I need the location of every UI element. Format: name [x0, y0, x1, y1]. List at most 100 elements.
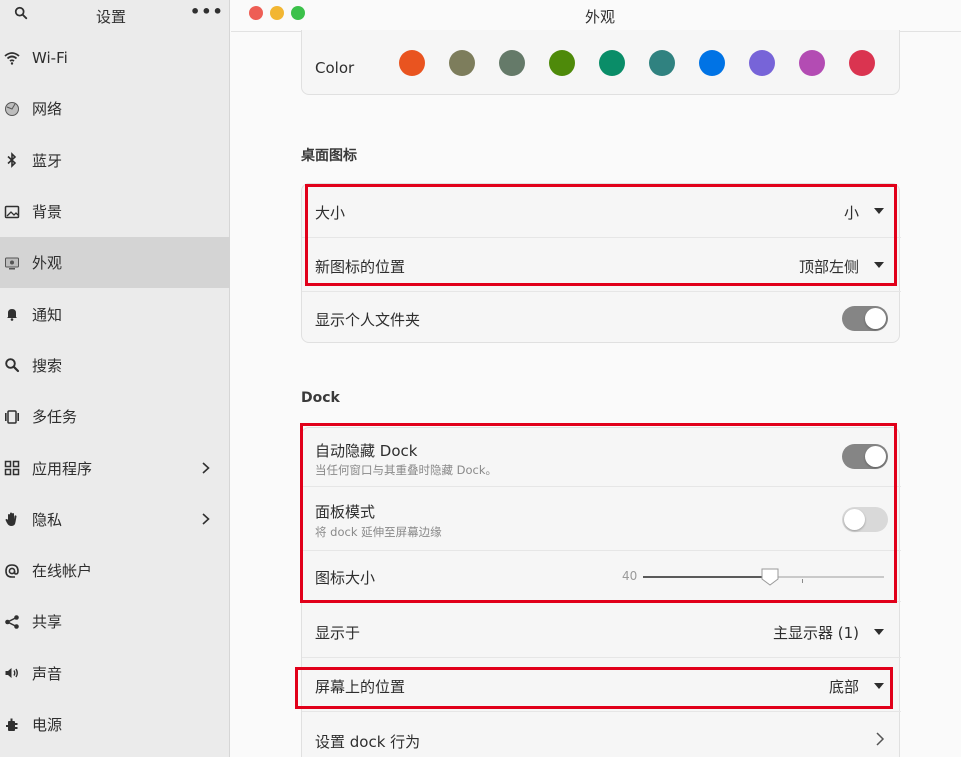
dock-behavior-label: 设置 dock 行为 [315, 733, 421, 751]
apps-grid-icon [4, 460, 20, 476]
maximize-window-button[interactable] [291, 6, 305, 20]
sidebar-item-label: 外观 [32, 254, 63, 273]
title-bar: 外观 [231, 0, 961, 32]
sidebar-item[interactable]: 背景 [0, 186, 230, 237]
sidebar-item[interactable]: 多任务 [0, 391, 230, 442]
new-icon-position-row[interactable]: 新图标的位置 顶部左侧 [302, 238, 901, 291]
sidebar-item-label: 蓝牙 [32, 151, 63, 170]
sidebar-item-label: 多任务 [32, 408, 78, 427]
color-swatch[interactable] [599, 50, 625, 76]
dock-card: 自动隐藏 Dock 当任何窗口与其重叠时隐藏 Dock。 面板模式 将 dock… [301, 427, 901, 757]
bluetooth-icon [4, 152, 20, 169]
wifi-icon [4, 50, 20, 66]
sidebar-item-label: Wi-Fi [32, 48, 68, 67]
network-icon [4, 101, 20, 117]
color-swatch[interactable] [549, 50, 575, 76]
sidebar-item[interactable]: 通知 [0, 288, 230, 339]
show-home-label: 显示个人文件夹 [315, 311, 421, 329]
desktop-icons-card: 大小 小 新图标的位置 顶部左侧 显示个人文件夹 [301, 183, 901, 343]
hand-icon [4, 511, 20, 527]
color-label: Color [315, 59, 355, 77]
search-icon[interactable] [14, 6, 28, 20]
new-icon-position-label: 新图标的位置 [315, 258, 406, 276]
sidebar-item[interactable]: 网络 [0, 83, 230, 134]
show-home-toggle[interactable] [842, 306, 888, 331]
icon-size-row[interactable]: 大小 小 [302, 184, 901, 237]
panel-mode-toggle[interactable] [842, 507, 888, 532]
icon-size-dropdown[interactable]: 小 [844, 202, 859, 223]
sidebar-item[interactable]: 应用程序 [0, 442, 230, 493]
sidebar-item[interactable]: 隐私 [0, 494, 230, 545]
search-icon [4, 357, 20, 373]
sidebar-item[interactable]: 搜索 [0, 340, 230, 391]
sidebar-item-label: 在线帐户 [32, 562, 93, 581]
share-icon [4, 614, 20, 630]
color-swatch[interactable] [749, 50, 775, 76]
sidebar-item[interactable]: 蓝牙 [0, 135, 230, 186]
sidebar-item-label: 电源 [32, 716, 63, 734]
color-card: Color [301, 30, 900, 95]
panel-mode-row: 面板模式 将 dock 延伸至屏幕边缘 [302, 487, 901, 550]
minimize-window-button[interactable] [270, 6, 284, 20]
show-on-row[interactable]: 显示于 主显示器 (1) [302, 602, 901, 657]
color-swatch[interactable] [399, 50, 425, 76]
color-swatch[interactable] [849, 50, 875, 76]
sidebar-title: 设置 [96, 8, 127, 26]
background-icon [4, 204, 20, 220]
chevron-down-icon [874, 629, 884, 635]
new-icon-position-dropdown[interactable]: 顶部左侧 [799, 256, 859, 277]
sidebar-item[interactable]: 电源 [0, 699, 230, 750]
dock-icon-size-label: 图标大小 [315, 569, 376, 587]
sidebar-item[interactable]: Wi-Fi [0, 32, 230, 83]
chevron-right-icon [202, 513, 210, 525]
screen-position-row[interactable]: 屏幕上的位置 底部 [302, 658, 901, 711]
dock-behavior-row[interactable]: 设置 dock 行为 [302, 712, 901, 757]
close-window-button[interactable] [249, 6, 263, 20]
sidebar-item-label: 搜索 [32, 356, 63, 375]
autohide-toggle[interactable] [842, 444, 888, 469]
toggle-knob [865, 446, 886, 467]
sidebar-item[interactable]: 在线帐户 [0, 545, 230, 596]
main-panel: 外观 Color 桌面图标 大小 小 新图标的位置 顶部左侧 显示个人文件夹 D… [231, 0, 961, 757]
show-on-dropdown[interactable]: 主显示器 (1) [773, 622, 859, 643]
multitask-icon [4, 409, 20, 425]
color-swatch[interactable] [699, 50, 725, 76]
sidebar-item[interactable]: 外观 [0, 237, 230, 289]
icon-size-label: 大小 [315, 204, 346, 222]
chevron-right-icon [876, 732, 885, 746]
chevron-down-icon [874, 262, 884, 268]
autohide-label: 自动隐藏 Dock [315, 442, 418, 460]
slider-value: 40 [622, 569, 638, 583]
show-on-label: 显示于 [315, 624, 361, 642]
panel-mode-label: 面板模式 [315, 503, 376, 521]
toggle-knob [865, 308, 886, 329]
screen-position-label: 屏幕上的位置 [315, 678, 406, 696]
appearance-icon [4, 255, 20, 271]
color-swatch[interactable] [649, 50, 675, 76]
sidebar-item-label: 共享 [32, 613, 63, 632]
slider-tick [802, 579, 803, 583]
window-title: 外观 [585, 8, 616, 26]
sidebar-item[interactable]: 声音 [0, 648, 230, 699]
color-swatch[interactable] [499, 50, 525, 76]
toggle-knob [844, 509, 865, 530]
icon-size-slider-row: 图标大小 40 [302, 551, 901, 601]
sidebar-item-label: 网络 [32, 100, 63, 119]
bell-icon [4, 306, 20, 322]
screen-position-dropdown[interactable]: 底部 [829, 676, 859, 697]
dock-section-title: Dock [301, 390, 340, 406]
panel-mode-description: 将 dock 延伸至屏幕边缘 [315, 525, 442, 539]
chevron-down-icon [874, 683, 884, 689]
desktop-icons-section-title: 桌面图标 [301, 148, 357, 164]
slider-fill [643, 576, 770, 578]
more-menu-icon[interactable]: ••• [190, 2, 224, 21]
sidebar: 设置 ••• Wi-Fi 网络蓝牙背景外观通知搜索多任务应用程序 隐私在线帐户共享声… [0, 0, 230, 757]
color-swatch[interactable] [799, 50, 825, 76]
sidebar-item[interactable]: 共享 [0, 596, 230, 647]
autohide-row: 自动隐藏 Dock 当任何窗口与其重叠时隐藏 Dock。 [302, 428, 901, 486]
at-icon [4, 563, 20, 579]
color-swatch[interactable] [449, 50, 475, 76]
slider-handle[interactable] [761, 568, 779, 586]
sidebar-header: 设置 ••• [0, 0, 230, 30]
sidebar-list: Wi-Fi 网络蓝牙背景外观通知搜索多任务应用程序 隐私在线帐户共享声音电源 [0, 32, 230, 750]
